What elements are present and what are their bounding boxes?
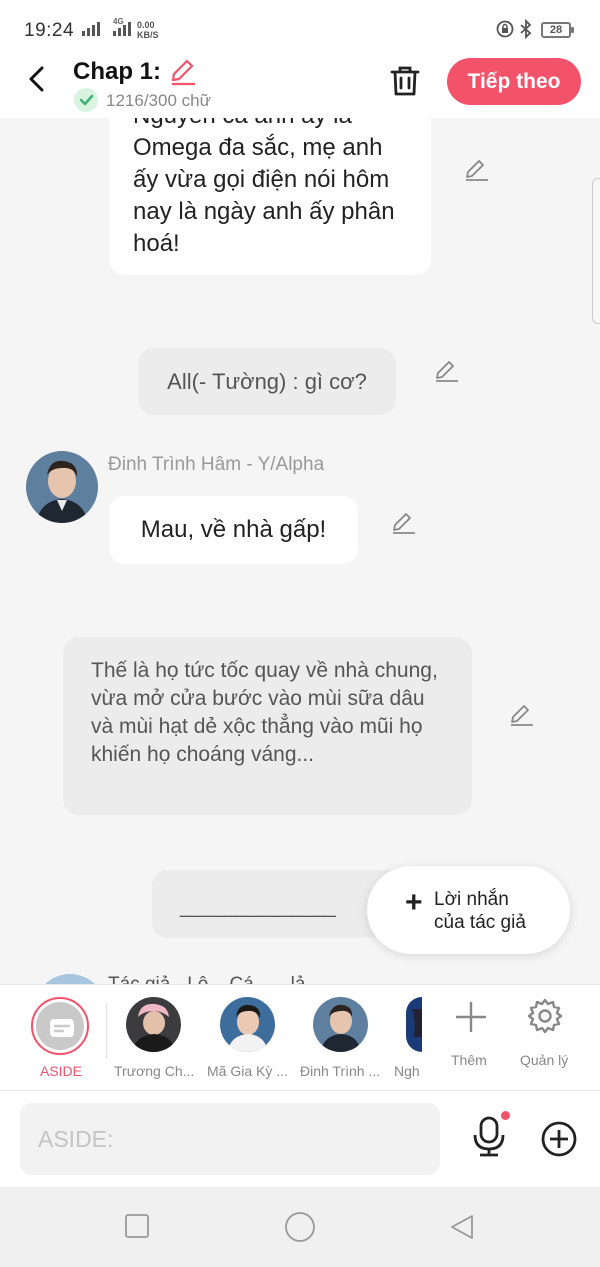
- lock-rotation-icon: [496, 20, 514, 38]
- plus-icon: +: [405, 886, 423, 919]
- speaker-name: Tác giả - Lộ... Cá... ...lả: [108, 974, 305, 984]
- character-name: Đinh Trình ...: [300, 1063, 381, 1079]
- network-speed: 0.00 KB/S: [137, 20, 159, 40]
- plus-icon[interactable]: [454, 1000, 488, 1034]
- check-icon: [74, 88, 98, 112]
- pencil-icon[interactable]: [433, 358, 461, 384]
- scroll-handle[interactable]: [592, 178, 600, 324]
- story-chat: Nguyễn cả anh ấy là Omega đa sắc, mẹ anh…: [0, 118, 600, 984]
- message-input[interactable]: [20, 1103, 440, 1175]
- battery-indicator: 28: [541, 22, 574, 38]
- next-button[interactable]: Tiếp theo: [447, 58, 581, 105]
- add-character-label[interactable]: Thêm: [451, 1052, 487, 1068]
- character-name: Trương Ch...: [114, 1063, 195, 1079]
- add-circle-icon[interactable]: [540, 1120, 578, 1158]
- message-bubble[interactable]: Mau, về nhà gấp!: [109, 496, 358, 564]
- aside-selector[interactable]: [31, 997, 89, 1055]
- divider: [106, 1003, 107, 1058]
- back-arrow-icon[interactable]: [22, 64, 52, 94]
- editor-header: Chap 1: 1216/300 chữ Tiếp theo: [0, 58, 600, 118]
- chapter-title[interactable]: Chap 1:: [73, 58, 161, 86]
- word-count: 1216/300 chữ: [106, 91, 211, 110]
- status-bar: 19:24 4G 0.00 KB/S 28: [0, 0, 600, 58]
- pencil-icon[interactable]: [463, 157, 491, 183]
- system-nav-bar: [0, 1187, 600, 1267]
- avatar[interactable]: [34, 974, 106, 984]
- aside-bubble[interactable]: ______________: [152, 870, 402, 938]
- aside-bubble[interactable]: Thế là họ tức tốc quay về nhà chung, vừa…: [63, 637, 472, 815]
- aside-icon: [36, 1002, 84, 1050]
- aside-label: ASIDE: [39, 1063, 82, 1079]
- status-time: 19:24: [24, 20, 75, 41]
- author-note-line2: của tác giả: [434, 912, 526, 933]
- gear-icon[interactable]: [526, 997, 564, 1035]
- message-text: All(- Tường) : gì cơ?: [167, 369, 367, 394]
- nav-square-icon[interactable]: [124, 1213, 150, 1239]
- character-selector: ASIDE Trương Ch... Mã Gia Kỳ ... Đinh Tr…: [0, 984, 600, 1091]
- nav-triangle-icon[interactable]: [448, 1213, 476, 1241]
- message-text: ______________: [180, 896, 336, 918]
- trash-icon[interactable]: [388, 64, 422, 98]
- pencil-icon[interactable]: [508, 702, 536, 728]
- character-name: Mã Gia Kỳ ...: [207, 1063, 288, 1079]
- author-note-label: Lời nhắn của tác giả: [434, 888, 526, 934]
- mic-icon[interactable]: [470, 1115, 508, 1157]
- composer: [0, 1091, 600, 1187]
- character-avatar[interactable]: [406, 997, 422, 1052]
- signal-icon: [82, 22, 100, 36]
- aside-bubble[interactable]: All(- Tường) : gì cơ?: [138, 348, 396, 415]
- speed-unit: KB/S: [137, 30, 159, 40]
- bluetooth-icon: [520, 19, 532, 39]
- message-bubble[interactable]: Nguyễn cả anh ấy là Omega đa sắc, mẹ anh…: [109, 118, 431, 275]
- signal-icon-2: [113, 22, 131, 36]
- message-text: Nguyễn cả anh ấy là Omega đa sắc, mẹ anh…: [133, 118, 395, 257]
- pencil-icon[interactable]: [390, 510, 418, 536]
- author-note-line1: Lời nhắn: [434, 889, 509, 910]
- message-text: Thế là họ tức tốc quay về nhà chung, vừa…: [91, 659, 438, 766]
- speed-value: 0.00: [137, 20, 155, 30]
- character-avatar[interactable]: [313, 997, 368, 1052]
- manage-label[interactable]: Quản lý: [520, 1052, 568, 1068]
- character-name: Ngh: [394, 1063, 420, 1079]
- author-note-button[interactable]: + Lời nhắn của tác giả: [367, 866, 570, 954]
- pencil-icon[interactable]: [168, 56, 198, 86]
- nav-circle-icon[interactable]: [284, 1211, 316, 1243]
- message-text: Mau, về nhà gấp!: [140, 516, 327, 543]
- avatar[interactable]: [26, 451, 98, 523]
- character-avatar[interactable]: [126, 997, 181, 1052]
- character-avatar[interactable]: [220, 997, 275, 1052]
- notification-dot: [501, 1111, 510, 1120]
- speaker-name: Đinh Trình Hâm - Y/Alpha: [108, 454, 325, 475]
